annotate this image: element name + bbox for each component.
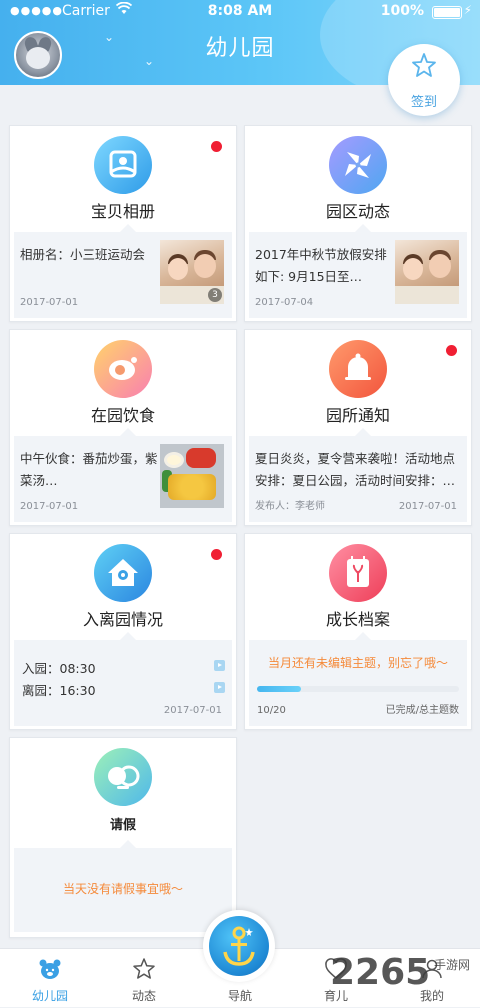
album-preview: 相册名：小三班运动会 2017-07-01 3 [14,224,232,318]
tab-kindergarten[interactable]: 幼儿园 [10,949,90,1008]
meals-title: 在园饮食 [90,406,155,425]
attendance-date: 2017-07-01 [163,705,222,716]
video-play-icon[interactable] [214,660,225,671]
meals-menu: 中午伙食：番茄炒蛋，紫菜汤… [20,451,158,488]
battery-percent: 100% [380,3,424,19]
photo-count-badge: 3 [208,288,222,302]
attendance-preview: 入园：08:30 离园：16:30 2017-07-01 [14,632,232,726]
notice-title: 园所通知 [325,406,390,425]
new-indicator-dot [211,141,222,152]
meals-preview: 中午伙食：番茄炒蛋，紫菜汤… 2017-07-01 [14,428,232,522]
notice-author: 发布人：李老师 [255,501,325,512]
growth-title: 成长档案 [325,610,390,629]
meals-thumbnail[interactable] [160,444,224,508]
tab-label: 动态 [131,989,156,1003]
video-play-icon[interactable] [214,682,225,693]
pinwheel-icon [329,136,387,194]
site-watermark: 2265 手游网 [330,952,480,1006]
album-title: 宝贝相册 [90,202,155,221]
meals-date: 2017-07-01 [20,501,79,512]
leave-icon [94,748,152,806]
battery-icon [432,6,462,19]
notice-preview: 夏日炎炎，夏令营来袭啦！活动地点安排：夏日公园，活动时间安排：… 发布人：李老师… [249,428,467,522]
meals-card[interactable]: 在园饮食 中午伙食：番茄炒蛋，紫菜汤… 2017-07-01 [9,329,237,526]
signin-label: 签到 [410,95,437,110]
navigation-button[interactable] [203,910,275,982]
news-preview: 2017年中秋节放假安排如下: 9月15日至… 2017-07-04 [249,224,467,318]
notebook-icon [329,544,387,602]
growth-card[interactable]: 成长档案 当月还有未编辑主题，别忘了哦～ 10/20 已完成/总主题数 [244,533,472,730]
news-date: 2017-07-04 [255,297,314,308]
check-out-time: 离园：16:30 [22,683,96,698]
album-card[interactable]: 宝贝相册 相册名：小三班运动会 2017-07-01 3 [9,125,237,322]
news-summary: 2017年中秋节放假安排如下: 9月15日至… [255,247,387,284]
album-date: 2017-07-01 [20,297,79,308]
attendance-title: 入离园情况 [82,610,163,629]
growth-progress-bar [257,686,459,692]
leave-preview: 当天没有请假事宜哦～ [14,840,232,932]
home-camera-icon [94,544,152,602]
growth-progress-fill [257,686,302,692]
bell-icon [329,340,387,398]
album-name: 相册名：小三班运动会 [20,247,146,262]
tab-label: 幼儿园 [31,989,68,1003]
signin-button[interactable]: 签到 [388,44,460,116]
star-icon [132,957,156,981]
anchor-icon [209,916,269,976]
watermark-text: 手游网 [434,958,471,972]
leave-status: 当天没有请假事宜哦～ [62,882,183,896]
egg-icon [94,340,152,398]
new-indicator-dot [446,345,457,356]
status-bar: ●●●●● Carrier 8:08 AM 100% ⚡ [0,0,480,24]
news-title: 园区动态 [325,202,390,221]
star-icon [388,52,460,83]
leave-title: 请假 [109,818,136,833]
bear-icon [38,957,62,981]
news-card[interactable]: 园区动态 2017年中秋节放假安排如下: 9月15日至… 2017-07-04 [244,125,472,322]
check-in-time: 入园：08:30 [22,661,96,676]
notice-date: 2017-07-01 [398,501,457,512]
new-indicator-dot [211,549,222,560]
album-icon [94,136,152,194]
growth-reminder: 当月还有未编辑主题，别忘了哦～ [267,656,448,670]
attendance-card[interactable]: 入离园情况 入园：08:30 离园：16:30 2017-07-01 [9,533,237,730]
notice-summary: 夏日炎炎，夏令营来袭啦！活动地点安排：夏日公园，活动时间安排：… [255,451,456,488]
check-out-row: 离园：16:30 [22,680,225,699]
growth-progress-label: 已完成/总主题数 [385,705,459,716]
notice-card[interactable]: 园所通知 夏日炎炎，夏令营来袭啦！活动地点安排：夏日公园，活动时间安排：… 发布… [244,329,472,526]
tab-label: 导航 [227,989,252,1003]
album-thumbnail[interactable]: 3 [160,240,224,304]
check-in-row: 入园：08:30 [22,658,225,677]
watermark-logo: 2265 [330,952,431,993]
growth-progress-count: 10/20 [257,705,286,716]
growth-preview: 当月还有未编辑主题，别忘了哦～ 10/20 已完成/总主题数 [249,632,467,726]
news-thumbnail[interactable] [395,240,459,304]
charging-icon: ⚡ [463,3,472,17]
leave-card[interactable]: 请假 当天没有请假事宜哦～ [9,737,237,938]
tab-news[interactable]: 动态 [104,949,184,1008]
